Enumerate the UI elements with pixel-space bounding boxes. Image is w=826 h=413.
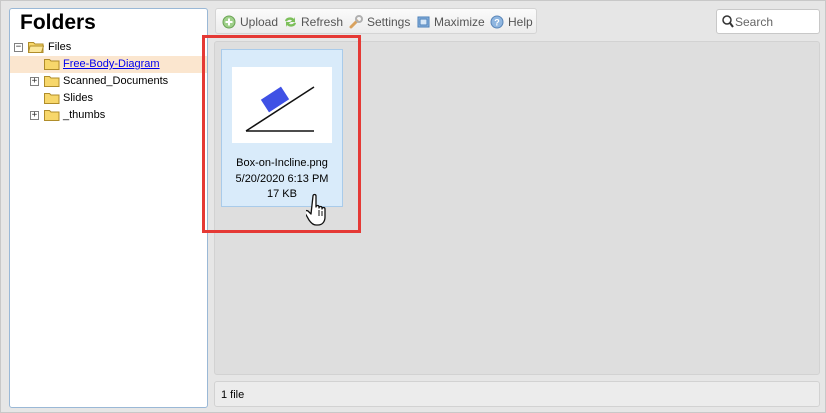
search-icon (722, 15, 734, 28)
wrench-icon (349, 15, 363, 29)
folders-panel: Folders − Files Free-Body-Diagram + Scan… (9, 8, 208, 408)
tree-item-label: _thumbs (63, 109, 106, 121)
collapse-icon[interactable]: − (14, 43, 23, 52)
expand-icon[interactable]: + (30, 77, 39, 86)
question-icon: ? (490, 15, 504, 29)
folder-icon (44, 110, 60, 121)
tree-item-label: Slides (63, 92, 93, 104)
search-input[interactable] (735, 13, 817, 31)
tree-item-free-body-diagram[interactable]: Free-Body-Diagram (10, 56, 207, 73)
refresh-label: Refresh (301, 15, 344, 29)
upload-label: Upload (240, 15, 279, 29)
tree-item-files[interactable]: − Files (10, 39, 207, 56)
file-browser-window: Folders − Files Free-Body-Diagram + Scan… (0, 0, 826, 413)
folders-title: Folders (20, 11, 96, 34)
svg-text:?: ? (494, 18, 500, 28)
hand-pointer-icon (306, 193, 326, 226)
refresh-arrows-icon (285, 17, 296, 27)
maximize-icon (417, 16, 430, 28)
folder-icon (44, 59, 60, 70)
open-folder-icon (28, 42, 44, 53)
folder-icon (44, 93, 60, 104)
status-bar: 1 file (214, 381, 820, 407)
plus-circle-icon (222, 15, 236, 29)
expand-icon[interactable]: + (30, 111, 39, 120)
file-count: 1 file (221, 389, 245, 401)
maximize-label: Maximize (434, 15, 485, 29)
tree-item-label: Scanned_Documents (63, 75, 169, 87)
folder-tree: − Files Free-Body-Diagram + Scanned_Docu (10, 39, 207, 124)
tree-item-thumbs[interactable]: + _thumbs (10, 107, 207, 124)
tree-item-label: Files (48, 41, 72, 53)
search-box[interactable] (716, 9, 820, 34)
tree-item-slides[interactable]: Slides (10, 90, 207, 107)
settings-label: Settings (367, 15, 411, 29)
tree-item-scanned-documents[interactable]: + Scanned_Documents (10, 73, 207, 90)
help-label: Help (508, 15, 533, 29)
highlight-annotation (202, 35, 361, 233)
folder-icon (44, 76, 60, 87)
toolbar: Upload Refresh Settings Maximize ? Help (215, 8, 537, 34)
tree-item-label[interactable]: Free-Body-Diagram (63, 56, 160, 73)
